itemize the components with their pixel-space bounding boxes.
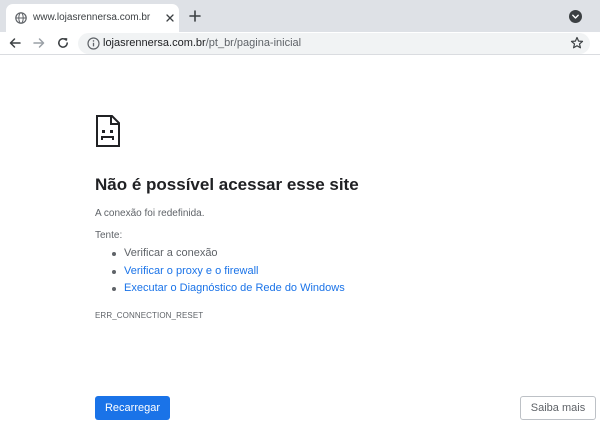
error-code: ERR_CONNECTION_RESET [95, 311, 204, 320]
tab-title: www.lojasrennersa.com.br [33, 12, 151, 23]
info-icon[interactable] [87, 37, 100, 50]
error-description: A conexão foi redefinida. [95, 208, 205, 219]
browser-toolbar: lojasrennersa.com.br/pt_br/pagina-inicia… [0, 32, 600, 55]
close-icon[interactable] [164, 12, 176, 24]
url-path: /pt_br/pagina-inicial [205, 37, 302, 49]
star-icon[interactable] [570, 36, 584, 50]
url-host: lojasrennersa.com.br [103, 37, 206, 49]
suggestion-list: Verificar a conexão Verificar o proxy e … [110, 245, 345, 298]
globe-icon [15, 12, 27, 24]
plus-icon[interactable] [188, 9, 202, 23]
url-text[interactable]: lojasrennersa.com.br/pt_br/pagina-inicia… [103, 36, 301, 51]
details-button[interactable]: Saiba mais [520, 396, 596, 420]
suggestion-network-diagnostics-link[interactable]: Executar o Diagnóstico de Rede do Window… [110, 280, 345, 298]
reload-button[interactable]: Recarregar [95, 396, 170, 420]
error-title: Não é possível acessar esse site [95, 175, 359, 194]
address-bar[interactable]: lojasrennersa.com.br/pt_br/pagina-inicia… [78, 33, 590, 54]
suggestion-check-connection: Verificar a conexão [110, 245, 345, 263]
arrow-left-icon[interactable] [8, 36, 22, 50]
suggestion-check-proxy-link[interactable]: Verificar o proxy e o firewall [110, 263, 345, 281]
try-label: Tente: [95, 230, 123, 241]
tab-strip: www.lojasrennersa.com.br [0, 0, 600, 32]
reload-icon[interactable] [56, 36, 70, 50]
sad-page-icon [96, 115, 120, 147]
arrow-right-icon[interactable] [32, 36, 46, 50]
chevron-down-icon[interactable] [569, 10, 582, 23]
browser-tab[interactable]: www.lojasrennersa.com.br [6, 4, 179, 32]
